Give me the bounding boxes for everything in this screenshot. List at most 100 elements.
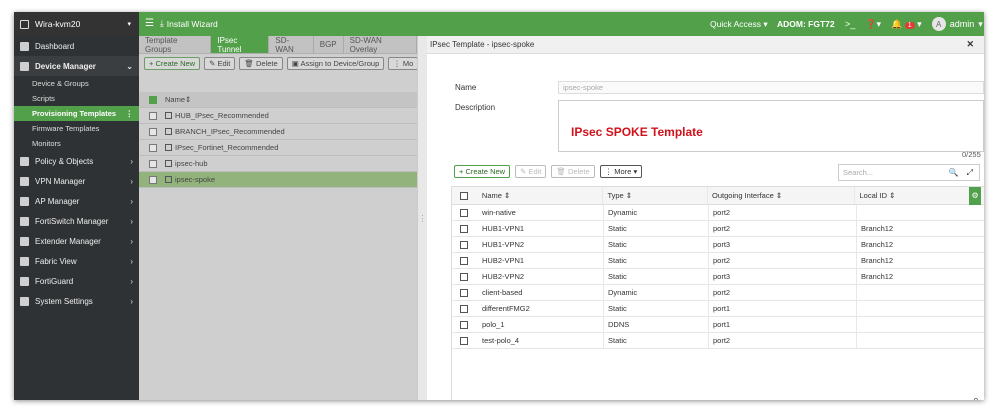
table-row[interactable]: test-polo_4 Static port2: [452, 333, 984, 349]
table-row[interactable]: HUB2-VPN2 Static port3 Branch12: [452, 269, 984, 285]
row-checkbox[interactable]: [149, 159, 157, 168]
more-label: More: [614, 167, 632, 176]
sidebar-subitem-device-groups[interactable]: Device & Groups: [14, 76, 139, 91]
sidebar-item-extender-manager[interactable]: Extender Manager ›: [14, 231, 139, 251]
table-row[interactable]: HUB1-VPN2 Static port3 Branch12: [452, 237, 984, 253]
sidebar-subitem-provisioning-templates[interactable]: Provisioning Templates ⋮: [14, 106, 139, 121]
cell-local-id: [857, 333, 971, 348]
tab-template-groups[interactable]: Template Groups: [139, 36, 212, 54]
sidebar-item-vpn-manager[interactable]: VPN Manager ›: [14, 171, 139, 191]
table-row[interactable]: IPsec_Fortinet_Recommended: [139, 140, 417, 156]
sidebar-subitem-firmware-templates[interactable]: Firmware Templates: [14, 121, 139, 136]
row-check-cell: [452, 224, 476, 233]
gear-icon[interactable]: ⚙: [969, 186, 982, 205]
row-checkbox[interactable]: [460, 224, 468, 233]
help-icon[interactable]: ❓▾: [865, 19, 881, 30]
tab-sd-wan[interactable]: SD-WAN: [269, 36, 314, 54]
table-row-selected[interactable]: ipsec-spoke: [139, 172, 417, 188]
install-wizard-button[interactable]: ⤓ Install Wizard: [160, 18, 218, 29]
user-menu[interactable]: A admin ▾: [931, 17, 983, 31]
char-counter: 0/255: [962, 150, 981, 159]
table-row[interactable]: HUB2-VPN1 Static port2 Branch12: [452, 253, 984, 269]
row-checkbox[interactable]: [149, 127, 157, 136]
column-header-type[interactable]: Type ⇕: [603, 187, 709, 204]
notifications-button[interactable]: 🔔 1 ▾: [891, 19, 922, 30]
cell-name: polo_1: [476, 317, 604, 332]
row-checkbox[interactable]: [460, 256, 468, 265]
table-row[interactable]: polo_1 DDNS port1: [452, 317, 984, 333]
row-checkbox[interactable]: [149, 143, 157, 152]
column-header-outgoing-interface[interactable]: Outgoing Interface ⇕: [708, 187, 856, 204]
sidebar-item-fortiswitch-manager[interactable]: FortiSwitch Manager ›: [14, 211, 139, 231]
vpn-icon: [20, 176, 29, 186]
row-check-cell: [452, 304, 476, 313]
search-input[interactable]: Search... 🔍 ⤢: [838, 164, 980, 181]
select-all-checkbox[interactable]: [459, 191, 468, 200]
table-row[interactable]: differentFMG2 Static port1: [452, 301, 984, 317]
panel-header: IPsec Template - ipsec-spoke ✕: [427, 36, 984, 54]
row-check-cell: [452, 208, 476, 217]
name-field[interactable]: ipsec-spoke: [558, 81, 984, 94]
cell-type: Static: [604, 221, 709, 236]
row-checkbox[interactable]: [149, 175, 157, 184]
sidebar-item-policy-objects[interactable]: Policy & Objects ›: [14, 151, 139, 171]
more-dropdown-button[interactable]: ⋮ More ▾: [599, 165, 643, 178]
expand-icon[interactable]: ⤢: [967, 168, 973, 178]
more-button[interactable]: ⋮ Mo: [388, 57, 419, 70]
sidebar-item-fortiguard[interactable]: FortiGuard ›: [14, 271, 139, 291]
column-header-local-id[interactable]: Local ID ⇕: [855, 187, 969, 204]
cell-type: DDNS: [604, 317, 709, 332]
row-checkbox[interactable]: [149, 111, 157, 120]
panel-resize-handle[interactable]: ⋮: [417, 36, 427, 400]
quick-access-menu[interactable]: Quick Access ▾: [710, 19, 768, 30]
description-field[interactable]: IPsec SPOKE Template: [558, 100, 984, 152]
assign-button[interactable]: ▣ Assign to Device/Group: [286, 57, 385, 70]
row-checkbox[interactable]: [460, 304, 468, 313]
select-all-checkbox[interactable]: [149, 95, 157, 104]
table-header: Name ⇕ Type ⇕ Outgoing Interface ⇕ Local…: [452, 186, 984, 205]
sidebar-subitem-scripts[interactable]: Scripts: [14, 91, 139, 106]
create-new-tunnel-button[interactable]: + Create New: [454, 165, 511, 178]
row-checkbox[interactable]: [460, 272, 468, 281]
cell-name: HUB1-VPN2: [476, 237, 604, 252]
sidebar-item-ap-manager[interactable]: AP Manager ›: [14, 191, 139, 211]
close-icon[interactable]: ✕: [966, 39, 974, 50]
sidebar-item-dashboard[interactable]: Dashboard: [14, 36, 139, 56]
table-row[interactable]: BRANCH_IPsec_Recommended: [139, 124, 417, 140]
row-checkbox[interactable]: [460, 320, 468, 329]
edit-button[interactable]: ✎ Edit: [204, 57, 236, 70]
create-new-button[interactable]: + Create New: [144, 57, 201, 70]
row-checkbox[interactable]: [460, 336, 468, 345]
row-checkbox[interactable]: [460, 240, 468, 249]
cell-interface: port1: [709, 317, 857, 332]
sidebar-item-system-settings[interactable]: System Settings ›: [14, 291, 139, 311]
more-vertical-icon[interactable]: ⋮: [126, 109, 134, 118]
table-row[interactable]: HUB_IPsec_Recommended: [139, 108, 417, 124]
hamburger-menu-icon[interactable]: ☰: [145, 18, 154, 29]
column-header-name[interactable]: Name: [165, 95, 185, 104]
cell-local-id: [857, 301, 971, 316]
row-checkbox[interactable]: [460, 208, 468, 217]
table-row[interactable]: HUB1-VPN1 Static port2 Branch12: [452, 221, 984, 237]
edit-tunnel-button[interactable]: ✎ Edit: [515, 165, 547, 178]
sidebar-item-fabric-view[interactable]: Fabric View ›: [14, 251, 139, 271]
cli-console-icon[interactable]: >_: [845, 19, 855, 29]
tab-ipsec-tunnel[interactable]: IPsec Tunnel: [211, 36, 270, 54]
cell-interface: port3: [709, 269, 857, 284]
row-checkbox[interactable]: [460, 288, 468, 297]
tab-bgp[interactable]: BGP: [314, 36, 344, 53]
tab-sd-wan-overlay[interactable]: SD-WAN Overlay: [344, 36, 417, 54]
column-header-name[interactable]: Name ⇕: [476, 187, 604, 204]
sort-icon[interactable]: ⇕: [185, 95, 191, 104]
adom-selector[interactable]: ADOM: FGT72: [777, 19, 835, 29]
sidebar-item-device-manager[interactable]: Device Manager ⌄: [14, 56, 139, 76]
delete-button[interactable]: 🗑 Delete: [239, 57, 283, 70]
delete-tunnel-button[interactable]: 🗑 Delete: [551, 165, 595, 178]
table-row[interactable]: client-based Dynamic port2: [452, 285, 984, 301]
sidebar-subitem-monitors[interactable]: Monitors: [14, 136, 139, 151]
table-row[interactable]: ipsec-hub: [139, 156, 417, 172]
search-icon[interactable]: 🔍: [949, 168, 959, 178]
table-row[interactable]: win-native Dynamic port2: [452, 205, 984, 221]
app-brand[interactable]: Wira-kvm20 ▾: [14, 12, 139, 36]
delete-label: Delete: [568, 167, 590, 176]
